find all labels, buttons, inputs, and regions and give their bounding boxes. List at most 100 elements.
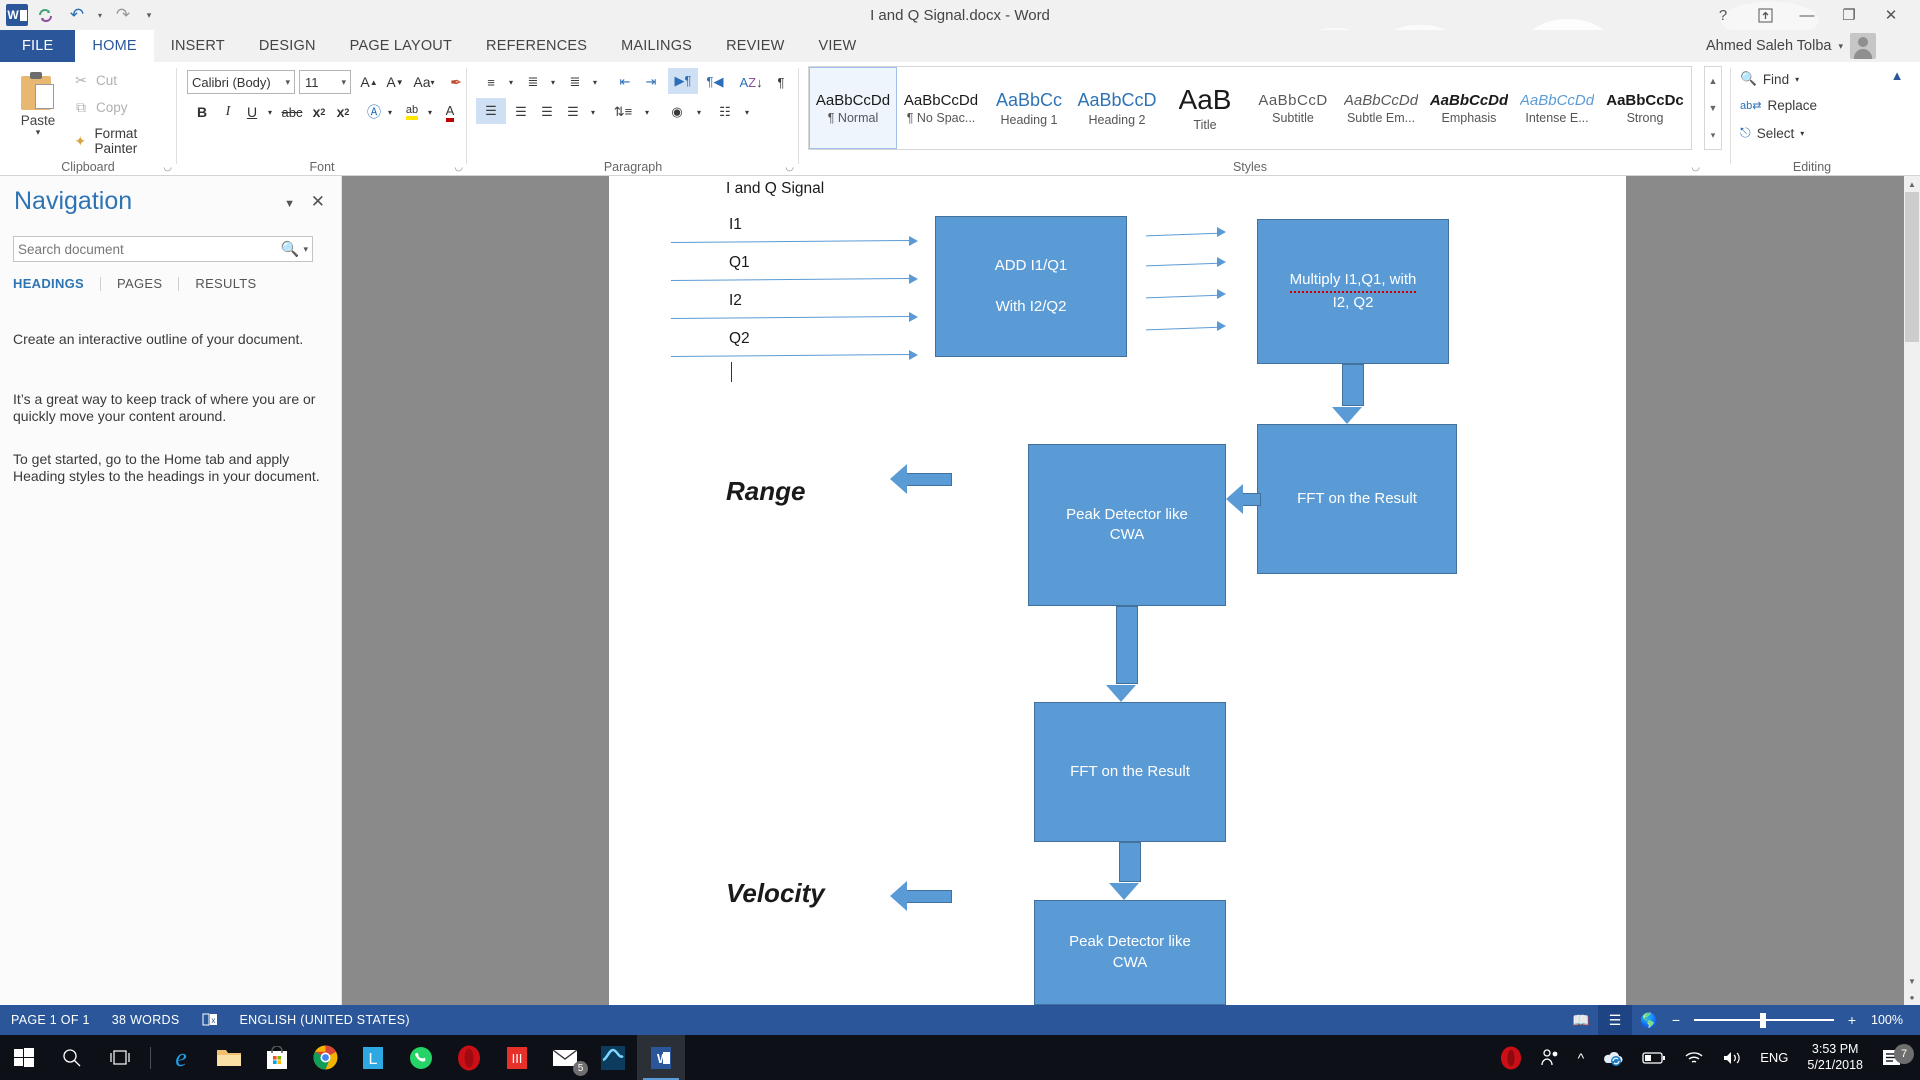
start-button[interactable] xyxy=(0,1035,48,1080)
numbering-chevron-down-icon[interactable]: ▾ xyxy=(546,70,560,94)
bullets-chevron-down-icon[interactable]: ▾ xyxy=(504,70,518,94)
justify-button[interactable]: ☰ xyxy=(560,100,586,124)
proofing-errors-icon[interactable]: x xyxy=(191,1013,229,1027)
matlab-taskbar-icon[interactable] xyxy=(589,1035,637,1080)
tab-results[interactable]: RESULTS xyxy=(179,276,272,291)
italic-button[interactable]: I xyxy=(217,100,239,124)
highlight-chevron-down-icon[interactable]: ▾ xyxy=(423,100,437,124)
zoom-level-label[interactable]: 100% xyxy=(1862,1005,1912,1035)
superscript-button[interactable]: x2 xyxy=(331,100,355,124)
underline-chevron-down-icon[interactable]: ▾ xyxy=(263,100,277,124)
increase-indent-button[interactable]: ⇥ xyxy=(638,70,664,94)
font-name-combo[interactable]: Calibri (Body) ▾ xyxy=(187,70,295,94)
wifi-tray-icon[interactable] xyxy=(1675,1050,1713,1066)
navigation-pane-close-icon[interactable]: ✕ xyxy=(311,192,325,212)
lightshot-taskbar-icon[interactable]: L xyxy=(349,1035,397,1080)
paste-dropdown-chevron-down-icon[interactable]: ▾ xyxy=(36,128,41,137)
chrome-taskbar-icon[interactable] xyxy=(301,1035,349,1080)
multilevel-list-button[interactable]: ≣ xyxy=(562,70,588,94)
styles-more-icon[interactable]: ▾ xyxy=(1711,130,1716,141)
diagram-box-fft-2[interactable]: FFT on the Result xyxy=(1034,702,1226,842)
find-button[interactable]: 🔍 Find ▾ xyxy=(1740,71,1799,87)
diagram-box-fft-1[interactable]: FFT on the Result xyxy=(1257,424,1457,574)
subscript-button[interactable]: x2 xyxy=(307,100,331,124)
tab-references[interactable]: REFERENCES xyxy=(469,30,604,62)
navigation-pane-menu-icon[interactable]: ▼ xyxy=(284,198,295,210)
tab-mailings[interactable]: MAILINGS xyxy=(604,30,709,62)
search-options-chevron-down-icon[interactable]: ▾ xyxy=(303,244,308,255)
language-indicator[interactable]: ENGLISH (UNITED STATES) xyxy=(229,1013,421,1027)
style-item-no-spacing[interactable]: AaBbCcDd ¶ No Spac... xyxy=(897,67,985,149)
close-icon[interactable]: ✕ xyxy=(1870,0,1912,30)
font-dialog-launcher-icon[interactable]: ◡ xyxy=(454,162,463,173)
font-size-combo[interactable]: 11 ▾ xyxy=(299,70,351,94)
align-left-button[interactable]: ☰ xyxy=(476,98,506,124)
font-name-chevron-down-icon[interactable]: ▾ xyxy=(285,77,290,88)
scroll-up-icon[interactable]: ▲ xyxy=(1904,176,1920,192)
grow-font-button[interactable]: A ▲ xyxy=(357,70,381,94)
mail-taskbar-icon[interactable]: 5 xyxy=(541,1035,589,1080)
paragraph-dialog-launcher-icon[interactable]: ◡ xyxy=(785,162,794,173)
line-spacing-button[interactable]: ⇅≡ xyxy=(610,100,636,124)
scroll-down-icon[interactable]: ▼ xyxy=(1904,973,1920,989)
style-item-normal[interactable]: AaBbCcDd ¶ Normal xyxy=(809,67,897,149)
tab-design[interactable]: DESIGN xyxy=(242,30,333,62)
opera-tray-icon[interactable] xyxy=(1491,1046,1531,1070)
change-case-button[interactable]: Aa ▾ xyxy=(409,70,439,94)
search-icon[interactable] xyxy=(48,1035,96,1080)
user-account[interactable]: Ahmed Saleh Tolba ▾ xyxy=(1706,30,1876,62)
shrink-font-button[interactable]: A ▼ xyxy=(383,70,407,94)
document-page[interactable]: I and Q Signal I1 Q1 I2 Q2 ADD I1/Q1 Wit… xyxy=(609,176,1626,1005)
tab-home[interactable]: HOME xyxy=(75,30,154,62)
numbering-button[interactable]: ≣ xyxy=(520,70,546,94)
text-effects-button[interactable]: Ⓐ xyxy=(363,100,385,124)
task-view-icon[interactable] xyxy=(96,1035,144,1080)
styles-gallery-scroll[interactable]: ▲ ▼ ▾ xyxy=(1704,66,1722,150)
style-item-heading-1[interactable]: AaBbCc Heading 1 xyxy=(985,67,1073,149)
underline-button[interactable]: U xyxy=(241,100,263,124)
select-button[interactable]: ⎋ Select ▾ xyxy=(1740,125,1804,141)
align-center-button[interactable]: ☰ xyxy=(508,100,534,124)
language-tray-indicator[interactable]: ENG xyxy=(1751,1050,1797,1065)
file-explorer-taskbar-icon[interactable] xyxy=(205,1035,253,1080)
styles-scroll-up-icon[interactable]: ▲ xyxy=(1709,76,1718,86)
opera-taskbar-icon[interactable] xyxy=(445,1035,493,1080)
justify-chevron-down-icon[interactable]: ▾ xyxy=(586,100,600,124)
battery-tray-icon[interactable] xyxy=(1633,1051,1675,1065)
taskbar-clock[interactable]: 3:53 PM 5/21/2018 xyxy=(1797,1042,1873,1073)
zoom-slider[interactable] xyxy=(1694,1005,1834,1035)
print-layout-view-button[interactable]: ☰ xyxy=(1598,1005,1632,1035)
whatsapp-taskbar-icon[interactable] xyxy=(397,1035,445,1080)
user-account-chevron-down-icon[interactable]: ▾ xyxy=(1838,41,1843,52)
borders-chevron-down-icon[interactable]: ▾ xyxy=(740,100,754,124)
restore-icon[interactable]: ❐ xyxy=(1828,0,1870,30)
diagram-box-add[interactable]: ADD I1/Q1 With I2/Q2 xyxy=(935,216,1127,357)
tab-review[interactable]: REVIEW xyxy=(709,30,801,62)
word-taskbar-icon[interactable]: W xyxy=(637,1035,685,1080)
zoom-in-button[interactable]: + xyxy=(1842,1005,1862,1035)
shading-chevron-down-icon[interactable]: ▾ xyxy=(692,100,706,124)
web-layout-view-button[interactable]: 🌎 xyxy=(1632,1005,1666,1035)
rtl-text-direction-button[interactable]: ¶◀ xyxy=(700,70,730,94)
text-highlight-color-button[interactable]: ab xyxy=(399,100,425,124)
page-indicator[interactable]: PAGE 1 OF 1 xyxy=(0,1013,101,1027)
minimize-icon[interactable]: — xyxy=(1786,0,1828,30)
replace-button[interactable]: ab⇄ Replace xyxy=(1740,98,1817,113)
onedrive-tray-icon[interactable] xyxy=(1593,1049,1633,1067)
ribbon-display-options-icon[interactable] xyxy=(1744,0,1786,30)
ltr-text-direction-button[interactable]: ▶¶ xyxy=(668,68,698,94)
collapse-ribbon-icon[interactable]: ▲ xyxy=(1886,64,1908,86)
tab-page-layout[interactable]: PAGE LAYOUT xyxy=(333,30,469,62)
styles-scroll-down-icon[interactable]: ▼ xyxy=(1709,103,1718,113)
font-color-button[interactable]: A xyxy=(439,100,461,124)
borders-button[interactable]: ☷ xyxy=(712,100,738,124)
style-item-strong[interactable]: AaBbCcDc Strong xyxy=(1601,67,1689,149)
find-chevron-down-icon[interactable]: ▾ xyxy=(1795,75,1799,84)
shading-button[interactable]: ◉ xyxy=(664,100,690,124)
sort-button[interactable]: A Z ↓ xyxy=(738,70,764,94)
decrease-indent-button[interactable]: ⇤ xyxy=(612,70,638,94)
word-count[interactable]: 38 WORDS xyxy=(101,1013,191,1027)
tab-view[interactable]: VIEW xyxy=(801,30,873,62)
diagram-box-multiply[interactable]: Multiply I1,Q1, with I2, Q2 xyxy=(1257,219,1449,364)
help-icon[interactable]: ? xyxy=(1702,0,1744,30)
